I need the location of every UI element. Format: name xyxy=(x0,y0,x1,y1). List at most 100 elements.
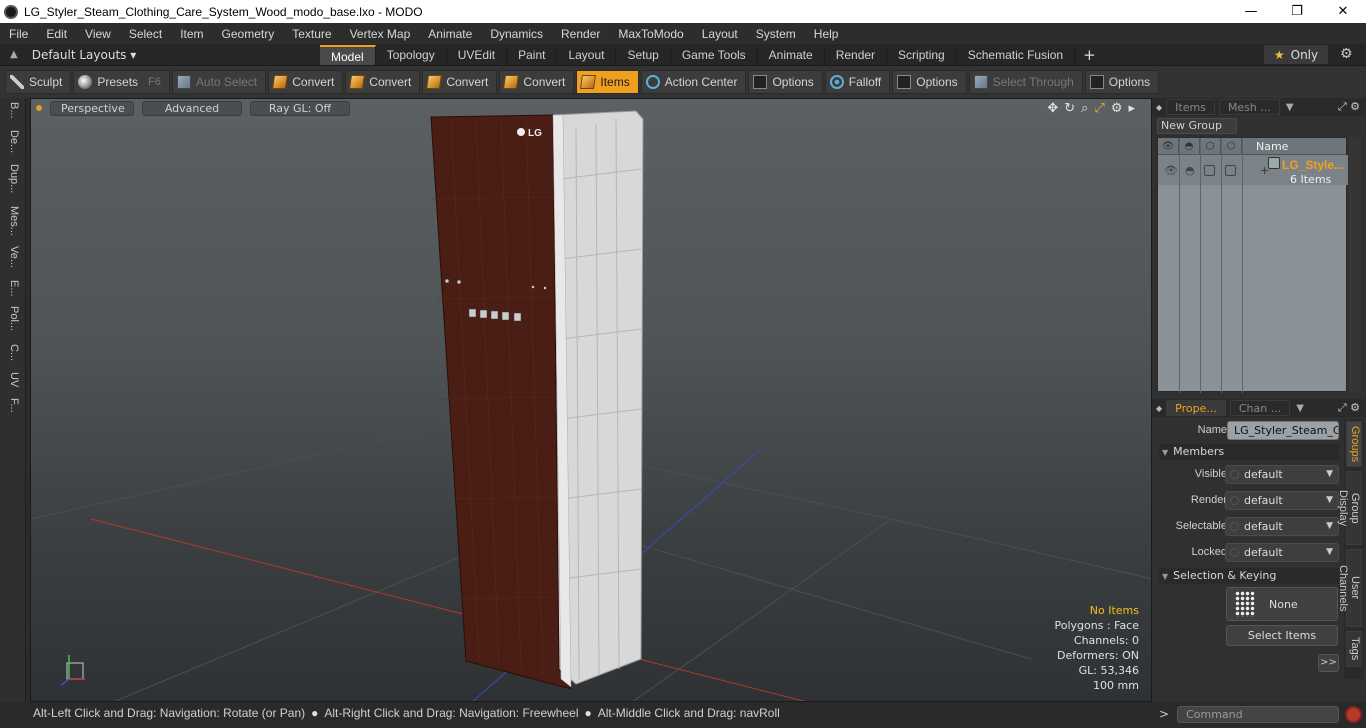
tab-scripting[interactable]: Scripting xyxy=(887,44,957,65)
tab-layout[interactable]: Layout xyxy=(557,44,617,65)
menu-view[interactable]: View xyxy=(76,27,120,41)
tab-model[interactable]: Model xyxy=(320,44,376,65)
options-button-2[interactable]: Options xyxy=(892,70,967,94)
left-tab-polygon[interactable]: Pol... xyxy=(4,306,20,331)
tab-game-tools[interactable]: Game Tools xyxy=(671,44,758,65)
chevron-right-icon[interactable]: > xyxy=(1159,707,1169,721)
select-through-button[interactable]: Select Through xyxy=(968,70,1083,94)
tab-properties[interactable]: Prope... xyxy=(1166,400,1226,416)
menu-vertex-map[interactable]: Vertex Map xyxy=(341,27,420,41)
zoom-view-icon[interactable]: ⌕ xyxy=(1081,101,1088,116)
tab-channels[interactable]: Chan ... xyxy=(1229,400,1291,416)
menu-select[interactable]: Select xyxy=(120,27,171,41)
menu-system[interactable]: System xyxy=(747,27,805,41)
left-tab-mesh[interactable]: Mes... xyxy=(4,206,20,236)
add-tab-button[interactable]: + xyxy=(1083,46,1096,64)
raygl-button[interactable]: Ray GL: Off xyxy=(250,100,350,116)
visible-select[interactable]: default ▼ xyxy=(1225,465,1339,484)
tab-render[interactable]: Render xyxy=(825,44,888,65)
left-tab-vertex[interactable]: Ve... xyxy=(4,246,20,268)
name-field[interactable]: LG_Styler_Steam_Clothing_Care_System_Woo… xyxy=(1227,421,1339,440)
collapse-arrow-icon[interactable]: ▲ xyxy=(10,49,18,60)
select-column-icon[interactable]: ⬡ xyxy=(1200,137,1221,155)
left-tab-edge[interactable]: E... xyxy=(4,280,20,297)
sculpt-button[interactable]: Sculpt xyxy=(5,70,72,94)
visibility-column-icon[interactable]: 👁 xyxy=(1158,137,1179,155)
panel-menu-dot[interactable]: ◆ xyxy=(1156,103,1162,112)
close-button[interactable]: ✕ xyxy=(1320,0,1366,23)
left-tab-basic[interactable]: B... xyxy=(4,102,20,119)
menu-render[interactable]: Render xyxy=(552,27,609,41)
tab-setup[interactable]: Setup xyxy=(616,44,671,65)
render-column-icon[interactable]: ◓ xyxy=(1179,137,1200,155)
tab-paint[interactable]: Paint xyxy=(507,44,558,65)
panel-dropdown-icon[interactable]: ▼ xyxy=(1286,102,1294,113)
lock-checkbox[interactable] xyxy=(1225,165,1236,176)
menu-help[interactable]: Help xyxy=(805,27,848,41)
none-keying-button[interactable]: None xyxy=(1226,587,1338,621)
menu-animate[interactable]: Animate xyxy=(419,27,481,41)
tab-mesh[interactable]: Mesh ... xyxy=(1218,99,1280,115)
vtab-user-channels[interactable]: User Channels xyxy=(1337,549,1362,627)
lock-column-icon[interactable]: ⬡ xyxy=(1221,137,1242,155)
3d-viewport[interactable]: LG Perspective Advanced Ray GL: Off ✥ ↻ xyxy=(30,98,1152,702)
selectable-checkbox[interactable] xyxy=(1204,165,1215,176)
only-toggle-button[interactable]: ★ Only xyxy=(1264,45,1328,64)
tab-schematic-fusion[interactable]: Schematic Fusion xyxy=(957,44,1076,65)
expand-arrow-icon[interactable]: ▸ xyxy=(1128,101,1135,116)
left-tab-duplicate[interactable]: Dup... xyxy=(4,164,20,193)
panel-dropdown-icon[interactable]: ▼ xyxy=(1296,403,1304,414)
viewport-settings-icon[interactable]: ⚙ xyxy=(1111,101,1123,116)
name-column-header[interactable]: Name xyxy=(1242,140,1288,153)
advanced-button[interactable]: Advanced xyxy=(142,100,242,116)
vtab-groups[interactable]: Groups xyxy=(1346,421,1362,467)
more-button[interactable]: >> xyxy=(1318,654,1339,672)
vtab-group-display[interactable]: Group Display xyxy=(1337,471,1362,545)
gear-icon[interactable]: ⚙ xyxy=(1340,46,1353,62)
auto-select-button[interactable]: Auto Select xyxy=(171,70,267,94)
group-row[interactable]: 👁 ◓ + LG_Style... 6 Items xyxy=(1158,155,1348,186)
tab-items[interactable]: Items xyxy=(1166,99,1215,115)
record-macro-icon[interactable] xyxy=(1345,705,1363,723)
items-mode-button[interactable]: Items xyxy=(576,70,639,94)
menu-dynamics[interactable]: Dynamics xyxy=(481,27,552,41)
render-select[interactable]: default ▼ xyxy=(1225,491,1339,510)
action-center-button[interactable]: Action Center xyxy=(640,70,747,94)
vtab-tags[interactable]: Tags xyxy=(1346,631,1362,667)
rotate-view-icon[interactable]: ↻ xyxy=(1064,101,1075,116)
options-button-1[interactable]: Options xyxy=(748,70,823,94)
left-tab-deform[interactable]: De... xyxy=(4,130,20,153)
selection-keying-section[interactable]: ▼ Selection & Keying xyxy=(1159,568,1339,584)
viewport-menu-dot[interactable] xyxy=(36,105,42,111)
presets-button[interactable]: Presets F6 xyxy=(73,70,170,94)
eye-icon[interactable]: 👁 xyxy=(1164,164,1178,177)
menu-edit[interactable]: Edit xyxy=(37,27,76,41)
menu-texture[interactable]: Texture xyxy=(283,27,340,41)
fit-view-icon[interactable]: ⤢ xyxy=(1094,101,1104,116)
panel-expand-gear-icon[interactable]: ⤢ ⚙ xyxy=(1338,401,1360,415)
left-tab-uv[interactable]: UV xyxy=(4,372,20,387)
menu-file[interactable]: File xyxy=(0,27,37,41)
tab-animate[interactable]: Animate xyxy=(758,44,825,65)
left-tab-fusion[interactable]: F... xyxy=(4,398,20,413)
command-input[interactable]: Command xyxy=(1177,705,1340,723)
convert-button-4[interactable]: Convert xyxy=(499,70,575,94)
convert-button-1[interactable]: Convert xyxy=(268,70,344,94)
convert-button-2[interactable]: Convert xyxy=(345,70,421,94)
options-button-3[interactable]: Options xyxy=(1084,70,1160,94)
new-group-button[interactable]: New Group xyxy=(1157,118,1237,134)
members-section[interactable]: ▼ Members xyxy=(1159,444,1339,460)
locked-select[interactable]: default ▼ xyxy=(1225,543,1339,562)
menu-layout[interactable]: Layout xyxy=(693,27,747,41)
menu-item[interactable]: Item xyxy=(171,27,212,41)
menu-maxtomodo[interactable]: MaxToModo xyxy=(609,27,692,41)
menu-geometry[interactable]: Geometry xyxy=(213,27,284,41)
tab-uvedit[interactable]: UVEdit xyxy=(447,44,508,65)
panel-menu-dot[interactable]: ◆ xyxy=(1156,404,1162,413)
default-layouts-dropdown[interactable]: Default Layouts ▾ xyxy=(32,48,137,62)
falloff-button[interactable]: Falloff xyxy=(824,70,891,94)
tab-topology[interactable]: Topology xyxy=(376,44,447,65)
left-tab-curve[interactable]: C... xyxy=(4,344,20,361)
selectable-select[interactable]: default ▼ xyxy=(1225,517,1339,536)
convert-button-3[interactable]: Convert xyxy=(422,70,498,94)
